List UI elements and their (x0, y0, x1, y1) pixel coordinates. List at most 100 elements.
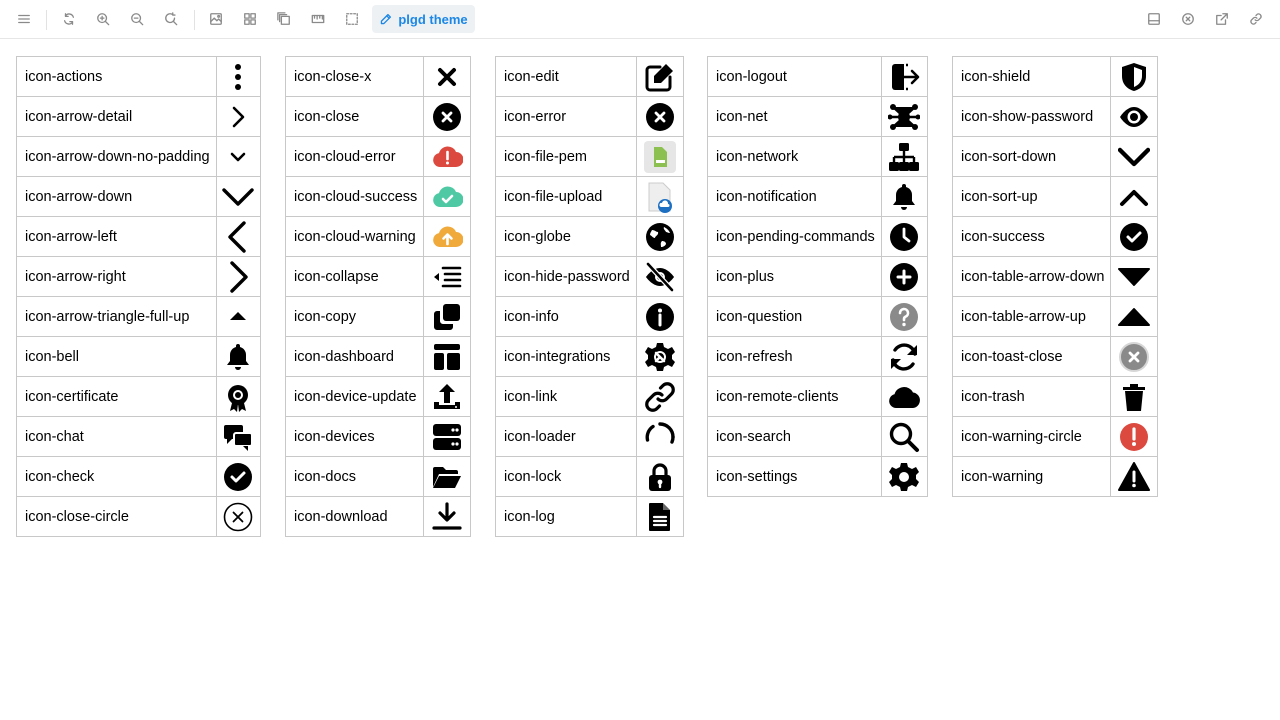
icon-cell (880, 176, 929, 217)
icon-row: icon-link (495, 376, 685, 417)
icon-cell (880, 376, 929, 417)
close-circle-icon[interactable] (1174, 5, 1202, 33)
icon-name-label: icon-warning (951, 456, 1112, 497)
icon-cell (215, 176, 262, 217)
icon-name-label: icon-copy (284, 296, 425, 337)
icon-name-label: icon-close-circle (16, 496, 217, 537)
icon-name-label: icon-cloud-warning (284, 216, 425, 257)
globe-icon (645, 222, 674, 251)
icon-row: icon-device-update (284, 376, 471, 417)
ruler-icon[interactable] (304, 5, 332, 33)
file-upload-icon (648, 182, 672, 213)
icon-row: icon-remote-clients (707, 376, 929, 417)
sync-icon[interactable] (55, 5, 83, 33)
icon-cell (635, 176, 685, 217)
icon-cell (1110, 136, 1158, 177)
icon-row: icon-certificate (16, 376, 262, 417)
cloud-success-icon (433, 185, 464, 207)
refresh-icon (891, 342, 918, 371)
link-icon (645, 381, 675, 412)
icon-name-label: icon-sort-down (951, 136, 1112, 177)
icon-row: icon-log (495, 496, 685, 537)
file-pem-icon (643, 140, 676, 173)
icon-cell (215, 256, 262, 297)
icon-cell (880, 336, 929, 377)
icon-row: icon-question (707, 296, 929, 337)
icon-cell (1110, 336, 1158, 377)
icon-cell (880, 416, 929, 457)
image-icon[interactable] (202, 5, 230, 33)
devices-icon (433, 423, 462, 450)
icon-name-label: icon-lock (495, 456, 637, 497)
icon-name-label: icon-settings (707, 456, 882, 497)
link-icon[interactable] (1242, 5, 1270, 33)
icon-row: icon-info (495, 296, 685, 337)
selection-icon[interactable] (338, 5, 366, 33)
cloud-icon (889, 386, 921, 408)
external-link-icon[interactable] (1208, 5, 1236, 33)
hide-password-icon (645, 261, 674, 292)
toolbar-divider (194, 10, 195, 30)
panel-icon[interactable] (1140, 5, 1168, 33)
icon-cell (423, 216, 471, 257)
icon-cell (635, 496, 685, 537)
cloud-warning-icon (433, 225, 464, 247)
icon-cell (1110, 216, 1158, 257)
icon-name-label: icon-certificate (16, 376, 217, 417)
layers-icon[interactable] (270, 5, 298, 33)
icon-row: icon-shield (951, 56, 1158, 97)
check-circle-icon (1120, 222, 1149, 251)
icon-name-label: icon-chat (16, 416, 217, 457)
icon-table: icon-actions icon-arrow-detail icon-arrow-… (16, 56, 262, 537)
icon-name-label: icon-file-upload (495, 176, 637, 217)
icon-name-label: icon-question (707, 296, 882, 337)
icon-cell (635, 256, 685, 297)
triangle-up-small-icon (230, 311, 247, 320)
icon-name-label: icon-close (284, 96, 425, 137)
icon-cell (635, 456, 685, 497)
icon-row: icon-file-pem (495, 136, 685, 177)
arrow-down-icon (222, 187, 254, 206)
icon-cell (215, 216, 262, 257)
zoom-reset-icon[interactable] (157, 5, 185, 33)
icon-cell (1110, 96, 1158, 137)
icon-cell (423, 176, 471, 217)
icon-name-label: icon-net (707, 96, 882, 137)
icon-name-label: icon-toast-close (951, 336, 1112, 377)
menu-icon[interactable] (10, 5, 38, 33)
icon-name-label: icon-search (707, 416, 882, 457)
clock-icon (890, 222, 919, 251)
network-icon (889, 142, 920, 171)
icon-row: icon-settings (707, 456, 929, 497)
icon-cell (215, 296, 262, 337)
icon-row: icon-sort-down (951, 136, 1158, 177)
icon-cell (423, 56, 471, 97)
icon-cell (1110, 416, 1158, 457)
grid-icon[interactable] (236, 5, 264, 33)
zoom-in-icon[interactable] (89, 5, 117, 33)
net-icon (888, 103, 921, 130)
info-icon (645, 302, 674, 331)
icon-row: icon-table-arrow-up (951, 296, 1158, 337)
icon-cell (423, 96, 471, 137)
icon-name-label: icon-device-update (284, 376, 425, 417)
icon-cell (423, 496, 471, 537)
icon-name-label: icon-bell (16, 336, 217, 377)
icon-name-label: icon-warning-circle (951, 416, 1112, 457)
download-icon (432, 501, 462, 530)
icon-name-label: icon-arrow-left (16, 216, 217, 257)
icon-cell (215, 496, 262, 537)
icon-name-label: icon-arrow-triangle-full-up (16, 296, 217, 337)
zoom-out-icon[interactable] (123, 5, 151, 33)
pencil-icon (381, 13, 392, 24)
trash-icon (1123, 383, 1146, 411)
theme-button[interactable]: plgd theme (372, 5, 475, 33)
icon-name-label: icon-info (495, 296, 637, 337)
icon-row: icon-arrow-detail (16, 96, 262, 137)
icon-name-label: icon-cloud-success (284, 176, 425, 217)
icon-cell (635, 416, 685, 457)
icon-name-label: icon-shield (951, 56, 1112, 97)
close-circle-outline-icon (223, 502, 253, 531)
icon-name-label: icon-collapse (284, 256, 425, 297)
icon-name-label: icon-arrow-down (16, 176, 217, 217)
